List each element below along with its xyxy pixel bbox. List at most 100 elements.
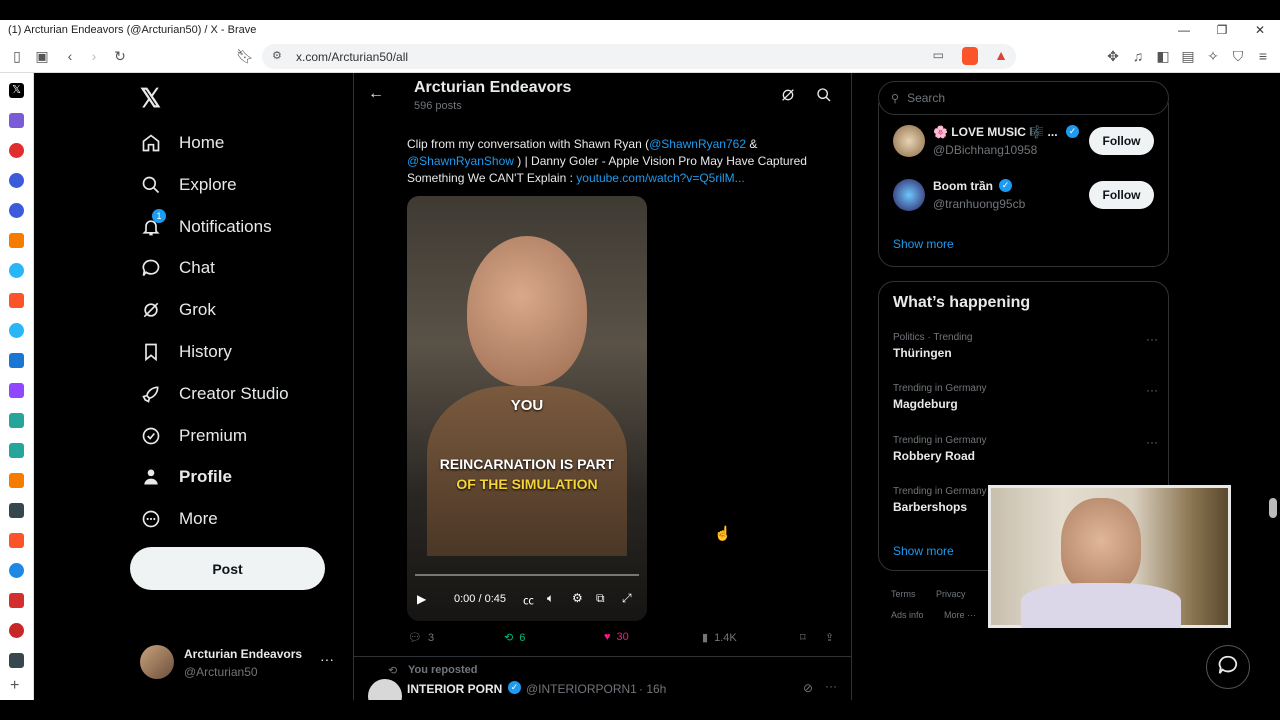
like-button[interactable]: ♥ 30 [604, 631, 629, 643]
tab-blue[interactable] [9, 353, 24, 368]
trend-more-icon[interactable]: ··· [1146, 383, 1158, 397]
bookmark-page-icon[interactable]: 🔖︎ [236, 47, 254, 65]
trend-item[interactable]: Politics · Trending Thüringen ··· [893, 332, 1158, 360]
captions-icon[interactable]: ㏄ [523, 592, 534, 608]
tab-brave-2[interactable] [9, 533, 24, 548]
tab-twitch[interactable] [9, 383, 24, 398]
leo-icon[interactable]: ✧ [1204, 47, 1222, 65]
tab-x[interactable]: 𝕏 [9, 83, 24, 98]
nav-home[interactable]: Home [140, 123, 224, 163]
nav-profile[interactable]: Profile [140, 457, 232, 497]
tab-s[interactable] [9, 623, 24, 638]
tab-teal-2[interactable] [9, 443, 24, 458]
page-scrollbar[interactable] [1266, 73, 1280, 700]
show-more-trends[interactable]: Show more [893, 544, 954, 558]
trend-more-icon[interactable]: ··· [1146, 435, 1158, 449]
nav-notifications[interactable]: 1 Notifications [140, 207, 272, 247]
share-button[interactable]: ⇪ [825, 631, 834, 644]
x-logo-icon[interactable]: 𝕏 [140, 83, 161, 114]
maximize-icon[interactable]: ❐ [1204, 20, 1240, 40]
back-arrow-icon[interactable]: ← [368, 85, 384, 103]
video-player[interactable]: YOU REINCARNATION IS PART OF THE SIMULAT… [407, 196, 647, 621]
follow-avatar-2[interactable] [893, 179, 925, 211]
new-tab-icon[interactable]: + [10, 677, 19, 695]
follow-name-2[interactable]: Boom trần [933, 179, 993, 193]
next-tweet-avatar[interactable] [368, 679, 402, 700]
post-button[interactable]: Post [130, 547, 325, 590]
next-tweet-handle[interactable]: @INTERIORPORN1 [526, 682, 637, 696]
tab-teal-1[interactable] [9, 413, 24, 428]
tab-proton[interactable] [9, 113, 24, 128]
floating-chat-button[interactable] [1206, 645, 1250, 689]
nav-explore[interactable]: Explore [140, 165, 237, 205]
views-button[interactable]: ▮ 1.4K [702, 631, 737, 645]
scrollbar-thumb[interactable] [1269, 498, 1277, 518]
tab-brave-1[interactable] [9, 293, 24, 308]
footer-terms[interactable]: Terms [891, 589, 916, 599]
mention-link-2[interactable]: @ShawnRyanShow [407, 154, 514, 168]
follow-avatar-1[interactable] [893, 125, 925, 157]
tab-icon[interactable]: ▣ [33, 47, 51, 65]
sidebar-icon[interactable]: ◧ [1154, 47, 1172, 65]
footer-ads[interactable]: Ads info [891, 610, 924, 620]
vpn-icon[interactable]: ⛉ [1229, 47, 1247, 65]
tab-play-2[interactable] [9, 473, 24, 488]
back-icon[interactable]: ‹ [61, 47, 79, 65]
nav-history[interactable]: History [140, 332, 232, 372]
trend-more-icon[interactable]: ··· [1146, 332, 1158, 346]
nav-grok[interactable]: Grok [140, 290, 216, 330]
tab-maple[interactable] [9, 593, 24, 608]
account-switcher[interactable]: Arcturian Endeavors @Arcturian50 ··· [140, 645, 340, 681]
tab-blue-2[interactable] [9, 563, 24, 578]
video-progress-bar[interactable] [415, 574, 639, 576]
sidebar-toggle-icon[interactable]: ▯ [8, 47, 26, 65]
fullscreen-icon[interactable]: ⤢ [622, 591, 632, 606]
bookmark-button[interactable]: ⌑ [800, 631, 806, 644]
trend-item[interactable]: Trending in Germany Robbery Road ··· [893, 435, 1158, 463]
nav-creator-studio[interactable]: Creator Studio [140, 374, 289, 414]
follow-button-2[interactable]: Follow [1089, 181, 1154, 209]
tab-play-1[interactable] [9, 233, 24, 248]
header-search-icon[interactable] [816, 87, 832, 103]
play-icon[interactable]: ▶ [417, 592, 426, 606]
cast-icon[interactable]: ▭ [933, 48, 944, 62]
tab-jet-2[interactable] [9, 323, 24, 338]
mention-link-1[interactable]: @ShawnRyan762 [649, 137, 746, 151]
footer-more[interactable]: More ··· [944, 610, 976, 620]
media-icon[interactable]: ♫ [1129, 47, 1147, 65]
trend-item[interactable]: Trending in Germany Magdeburg ··· [893, 383, 1158, 411]
show-more-follow[interactable]: Show more [893, 237, 954, 251]
brave-shields-icon[interactable] [962, 47, 978, 65]
tab-globe-2[interactable] [9, 203, 24, 218]
site-info-icon[interactable]: ⚙ [272, 49, 282, 62]
tab-shield-2[interactable] [9, 653, 24, 668]
follow-button-1[interactable]: Follow [1089, 127, 1154, 155]
repost-button[interactable]: ⟲ 6 [504, 631, 525, 645]
nav-premium[interactable]: Premium [140, 416, 247, 456]
extensions-icon[interactable]: ✥ [1104, 47, 1122, 65]
volume-icon[interactable]: 🔈︎ [547, 591, 554, 606]
close-icon[interactable]: ✕ [1242, 20, 1278, 40]
next-tweet-name[interactable]: INTERIOR PORN [407, 682, 502, 696]
reply-button[interactable]: 💬︎ 3 [408, 631, 434, 645]
tab-globe-1[interactable] [9, 173, 24, 188]
tab-red[interactable] [9, 143, 24, 158]
nav-more[interactable]: More [140, 499, 218, 539]
menu-icon[interactable]: ≡ [1254, 47, 1272, 65]
grok-header-icon[interactable] [780, 87, 796, 103]
next-tweet-grok-icon[interactable]: ⊘ [803, 681, 813, 695]
forward-icon[interactable]: › [85, 47, 103, 65]
wallet-icon[interactable]: ▤ [1179, 47, 1197, 65]
nav-chat[interactable]: Chat [140, 248, 215, 288]
tab-shield-1[interactable] [9, 503, 24, 518]
tab-jet-1[interactable] [9, 263, 24, 278]
youtube-link[interactable]: youtube.com/watch?v=Q5rilM... [576, 171, 744, 185]
minimize-icon[interactable]: — [1166, 20, 1202, 40]
footer-privacy[interactable]: Privacy [936, 589, 966, 599]
follow-name-1[interactable]: 🌸 LOVE MUSIC 🎼 ... [933, 125, 1058, 139]
settings-icon[interactable]: ⚙ [572, 591, 583, 605]
next-tweet-more-icon[interactable]: ··· [825, 679, 837, 693]
brave-rewards-icon[interactable]: ▲ [994, 47, 1008, 63]
pip-icon[interactable]: ⧉ [596, 591, 605, 606]
address-bar[interactable]: ⚙ x.com/Arcturian50/all ▭ ▲ [262, 44, 1016, 69]
